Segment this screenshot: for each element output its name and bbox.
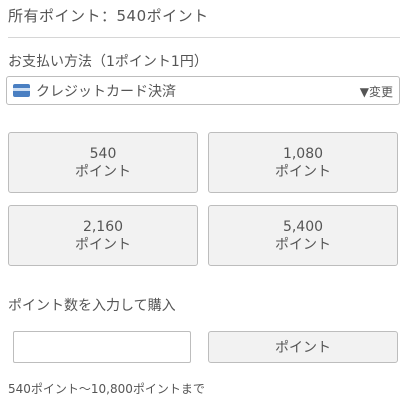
- points-option-2160[interactable]: 2,160 ポイント: [8, 205, 198, 266]
- points-option-amount: 1,080: [282, 145, 324, 162]
- points-option-5400[interactable]: 5,400 ポイント: [208, 205, 398, 266]
- points-option-540[interactable]: 540 ポイント: [8, 132, 198, 193]
- points-option-unit: ポイント: [75, 236, 131, 253]
- points-option-unit: ポイント: [75, 163, 131, 180]
- buy-points-button[interactable]: ポイント: [208, 331, 398, 363]
- credit-card-icon: [13, 84, 30, 97]
- points-option-unit: ポイント: [275, 236, 331, 253]
- points-option-amount: 5,400: [282, 218, 324, 235]
- payment-method-label: お支払い方法（1ポイント1円）: [8, 54, 208, 70]
- points-option-unit: ポイント: [275, 163, 331, 180]
- owned-points: 所有ポイント：540ポイント: [8, 7, 209, 25]
- payment-method-select[interactable]: クレジットカード決済 ▼変更: [6, 76, 400, 105]
- points-range-note: 540ポイント〜10,800ポイントまで: [8, 382, 205, 396]
- points-amount-input[interactable]: [13, 331, 191, 363]
- payment-method-value: クレジットカード決済: [36, 84, 176, 100]
- change-payment-button[interactable]: ▼変更: [360, 83, 393, 100]
- points-option-1080[interactable]: 1,080 ポイント: [208, 132, 398, 193]
- points-option-amount: 2,160: [82, 218, 124, 235]
- custom-points-label: ポイント数を入力して購入: [8, 298, 176, 314]
- points-option-amount: 540: [89, 145, 117, 162]
- divider: [8, 37, 400, 38]
